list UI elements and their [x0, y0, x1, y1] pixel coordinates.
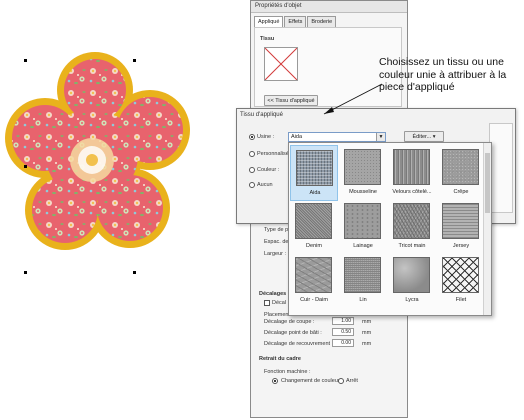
custom-label: Personnalisé :	[257, 151, 292, 157]
tack-offset-field[interactable]: 0.50	[332, 328, 354, 336]
fabric-swatch-crepe[interactable]: Crêpe	[437, 145, 485, 201]
fabric-texture-thumbnail	[442, 203, 479, 239]
center-flower-icon	[70, 138, 114, 182]
unit-label: mm	[362, 330, 372, 336]
fabric-swatch-mousseline[interactable]: Mousseline	[339, 145, 387, 201]
factory-label: Usine :	[257, 134, 275, 140]
fabric-swatch-denim[interactable]: Denim	[290, 199, 338, 255]
placement-label: Placement	[264, 312, 290, 318]
fabric-swatch-lainage[interactable]: Lainage	[339, 199, 387, 255]
fabric-texture-thumbnail	[393, 203, 430, 239]
no-fabric-cross-icon	[264, 47, 298, 81]
fabric-swatch-lin[interactable]: Lin	[339, 253, 387, 309]
cut-offset-field[interactable]: 1.00	[332, 317, 354, 325]
flower-applique-design[interactable]	[0, 0, 250, 300]
fabric-texture-thumbnail	[344, 257, 381, 293]
cover-offset-field[interactable]: 0.00	[332, 339, 354, 347]
unit-label: mm	[362, 341, 372, 347]
color-label: Couleur :	[257, 167, 280, 173]
fabric-swatch-label: Lycra	[405, 297, 419, 303]
frame-group-label: Retrait du cadre	[259, 356, 301, 362]
selection-handle[interactable]	[24, 59, 27, 62]
fabric-texture-thumbnail	[344, 149, 381, 185]
none-radio[interactable]	[249, 182, 255, 188]
edit-button-label: Éditer...	[412, 134, 432, 140]
fabric-swatch-lycra[interactable]: Lycra	[388, 253, 436, 309]
dialog-title: Tissu d'appliqué	[240, 112, 283, 118]
fabric-texture-thumbnail	[442, 149, 479, 185]
fabric-texture-thumbnail	[344, 203, 381, 239]
fabric-select-value: Aida	[291, 134, 303, 140]
fabric-select[interactable]: Aida ▼	[288, 132, 386, 142]
fabric-swatch-label: Filet	[455, 297, 467, 303]
tab-broderie[interactable]: Broderie	[307, 16, 337, 27]
selection-handle[interactable]	[24, 271, 27, 274]
fabric-texture-thumbnail	[393, 257, 430, 293]
flower-shape	[5, 52, 190, 250]
factory-radio[interactable]	[249, 134, 255, 140]
offsets-group-label: Décalages	[259, 291, 287, 297]
fabric-texture-thumbnail	[442, 257, 479, 293]
offsets-checkbox-label: Décal	[272, 300, 287, 306]
panel-tabs: Appliqué Effets Broderie	[254, 16, 337, 27]
color-radio[interactable]	[249, 167, 255, 173]
chevron-down-icon[interactable]: ▼	[376, 133, 385, 141]
fabric-swatch-label: Tricot main	[398, 243, 426, 249]
fabric-preview	[264, 47, 298, 81]
callout-text: Choisissez un tissu ou une couleur unie …	[379, 56, 507, 93]
selection-handle[interactable]	[133, 271, 136, 274]
tab-effets[interactable]: Effets	[284, 16, 307, 27]
machine-function-label: Fonction machine :	[264, 369, 311, 375]
offset-label: Décalage de recouvrement :	[264, 341, 334, 347]
offset-label: Décalage de coupe :	[264, 319, 315, 325]
width-label: Largeur :	[264, 251, 287, 257]
fabric-swatch-label: Denim	[306, 243, 322, 249]
fabric-button[interactable]: << Tissu d'appliqué	[264, 95, 318, 106]
tab-applique[interactable]: Appliqué	[254, 16, 284, 27]
stop-label: Arrêt	[346, 378, 358, 384]
fabric-swatch-label: Velours côtelé...	[392, 189, 432, 195]
fabric-swatch-label: Mousseline	[349, 189, 377, 195]
preview-area	[489, 123, 513, 213]
selection-handle[interactable]	[133, 59, 136, 62]
unit-label: mm	[362, 319, 372, 325]
color-change-label: Changement de couleur	[281, 378, 340, 384]
offsets-checkbox[interactable]	[264, 300, 270, 306]
edit-button[interactable]: Éditer... ▾	[404, 131, 444, 142]
scrollbar-thumb[interactable]	[485, 153, 490, 213]
fabric-swatch-label: Cuir - Daim	[300, 297, 328, 303]
selection-handle[interactable]	[24, 165, 27, 168]
color-change-radio[interactable]	[272, 378, 278, 384]
stop-radio[interactable]	[338, 378, 344, 384]
callout-arrow	[323, 83, 383, 115]
fabric-swatch-label: Jersey	[452, 243, 470, 249]
none-label: Aucun	[257, 182, 273, 188]
fabric-swatch-jersey[interactable]: Jersey	[437, 199, 485, 255]
fabric-swatch-cuir[interactable]: Cuir - Daim	[290, 253, 338, 309]
fabric-swatch-tricot[interactable]: Tricot main	[388, 199, 436, 255]
fabric-swatch-label: Crêpe	[453, 189, 469, 195]
fabric-swatch-velours[interactable]: Velours côtelé...	[388, 145, 436, 201]
panel-title: Propriétés d'objet	[251, 1, 407, 13]
fabric-swatch-label: Lainage	[353, 243, 373, 249]
fabric-texture-thumbnail	[295, 257, 332, 293]
fabric-texture-thumbnail	[295, 203, 332, 239]
fabric-swatch-aida[interactable]: Aida	[290, 145, 338, 201]
type-label: Type de p	[264, 227, 289, 233]
fabric-texture-thumbnail	[296, 150, 333, 186]
offset-label: Décalage point de bâti :	[264, 330, 322, 336]
spacing-label: Espac. de	[264, 239, 289, 245]
fabric-swatch-filet[interactable]: Filet	[437, 253, 485, 309]
fabric-swatch-label: Aida	[309, 190, 321, 196]
custom-radio[interactable]	[249, 151, 255, 157]
fabric-group-label: Tissu	[260, 36, 275, 42]
fabric-texture-thumbnail	[393, 149, 430, 185]
fabric-swatch-label: Lin	[359, 297, 367, 303]
